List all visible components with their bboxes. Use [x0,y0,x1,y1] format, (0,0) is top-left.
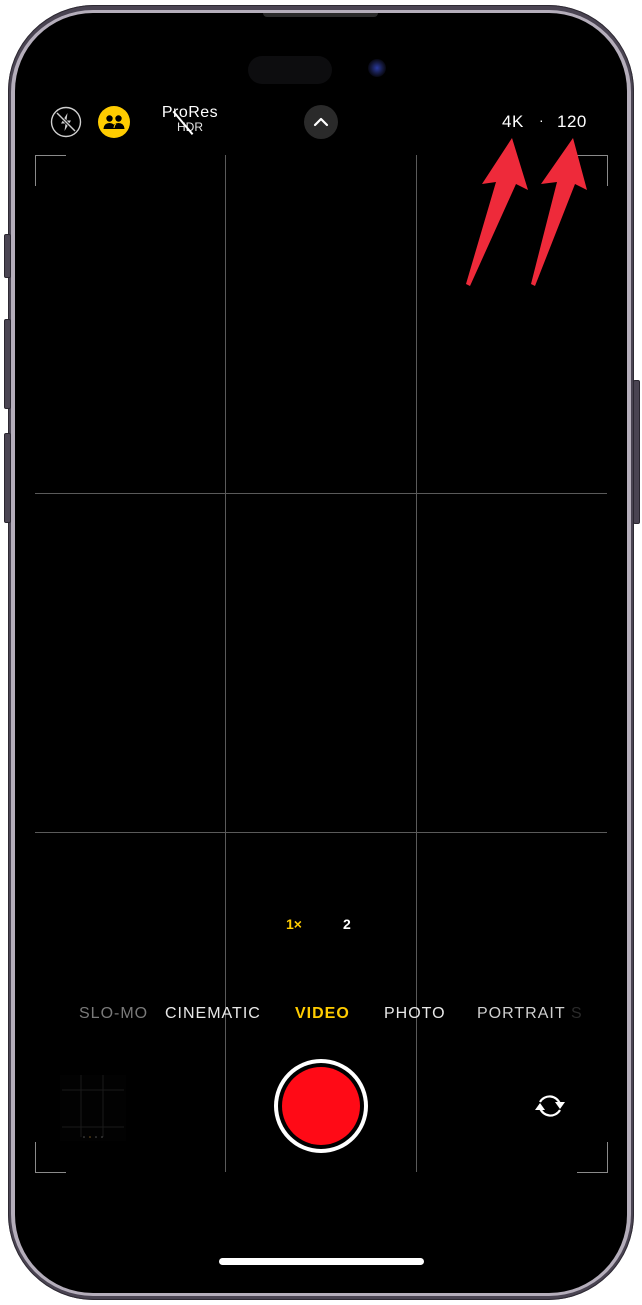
annotation-arrow-resolution [466,138,528,286]
shared-library-icon [98,106,130,138]
action-button [4,234,11,278]
chevron-up-icon [313,117,329,127]
mode-portrait[interactable]: PORTRAIT [477,1005,566,1023]
mode-selector: SLO-MO CINEMATIC VIDEO PHOTO PORTRAIT S [0,1005,642,1027]
mode-video[interactable]: VIDEO [295,1005,350,1023]
thumbnail-image [60,1075,126,1141]
prores-label: ProRes [161,104,219,121]
prores-toggle-button[interactable]: ProRes HDR [160,104,220,135]
mode-photo[interactable]: PHOTO [384,1005,446,1023]
frame-corner-top-left [35,155,66,186]
last-photo-thumbnail[interactable] [60,1075,126,1141]
volume-up-button [4,319,11,409]
front-camera-lens [368,59,386,77]
grid-line-horizontal [35,493,607,494]
frame-corner-bottom-left [35,1142,66,1173]
mode-slo-mo[interactable]: SLO-MO [79,1005,148,1023]
volume-down-button [4,433,11,523]
mode-square[interactable]: S [571,1005,583,1023]
zoom-1x-button[interactable]: 1× [286,916,302,932]
power-button [633,380,640,524]
grid-line-horizontal [35,832,607,833]
expand-controls-button[interactable] [304,105,338,139]
flash-toggle-button[interactable] [50,106,82,138]
record-button[interactable] [274,1059,368,1153]
speaker-grille [263,13,378,17]
zoom-2x-button[interactable]: 2 [343,916,351,932]
shared-library-button[interactable] [98,106,130,138]
switch-camera-button[interactable] [530,1088,570,1126]
record-icon [282,1067,360,1145]
flash-off-icon [50,106,82,138]
annotation-arrow-framerate [531,138,587,286]
separator-dot: · [539,112,544,128]
resolution-button[interactable]: 4K [502,112,524,132]
dynamic-island [248,56,332,84]
camera-flip-icon [535,1095,565,1117]
frame-corner-bottom-right [577,1142,608,1173]
home-indicator[interactable] [219,1258,424,1265]
mode-cinematic[interactable]: CINEMATIC [165,1005,261,1023]
frame-rate-button[interactable]: 120 [557,112,587,132]
